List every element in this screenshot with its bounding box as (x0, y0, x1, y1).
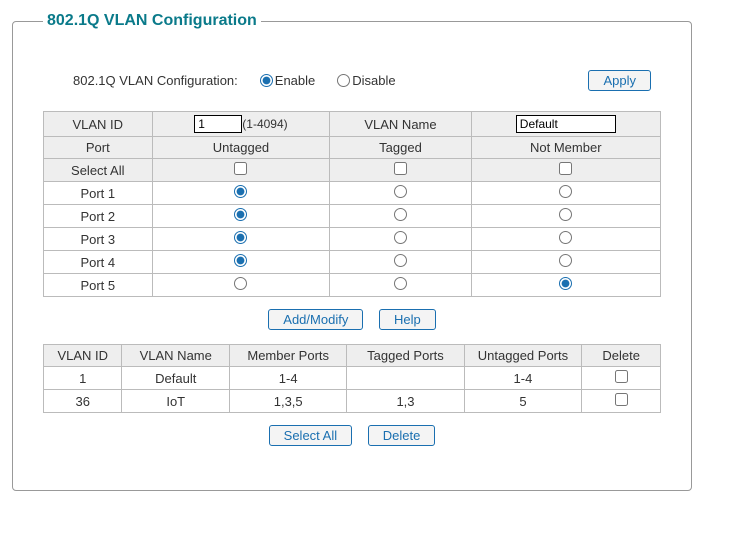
port-not_member-radio[interactable] (559, 277, 572, 290)
list-hdr-vlan-id: VLAN ID (44, 345, 122, 367)
cell-vlan-name-input (471, 112, 660, 137)
port-tagged-radio[interactable] (394, 254, 407, 267)
port-not_member-radio[interactable] (559, 208, 572, 221)
port-row: Port 5 (44, 274, 661, 297)
list-hdr-delete: Delete (582, 345, 661, 367)
list-hdr-member-ports: Member Ports (230, 345, 347, 367)
vlan-id-input[interactable] (194, 115, 242, 133)
vlan-list-row: 1Default1-41-4 (44, 367, 661, 390)
vlan-list-row: 36IoT1,3,51,35 (44, 390, 661, 413)
enable-disable-group: Enable Disable (258, 73, 410, 88)
disable-option[interactable]: Disable (335, 73, 395, 88)
port-untagged-radio[interactable] (234, 185, 247, 198)
port-name: Port 1 (44, 182, 153, 205)
cell-vlan-id-input: (1-4094) (152, 112, 330, 137)
port-untagged-radio[interactable] (234, 254, 247, 267)
port-name: Port 5 (44, 274, 153, 297)
cell-tagged-ports (347, 367, 464, 390)
form-buttons: Add/Modify Help (43, 309, 661, 330)
enable-radio[interactable] (260, 74, 273, 87)
cell-tagged-ports: 1,3 (347, 390, 464, 413)
select-all-tagged[interactable] (394, 162, 407, 175)
enable-label: Enable (275, 73, 315, 88)
port-tagged-radio[interactable] (394, 277, 407, 290)
list-buttons: Select All Delete (43, 425, 661, 446)
port-row: Port 4 (44, 251, 661, 274)
add-modify-button[interactable]: Add/Modify (268, 309, 363, 330)
port-untagged-radio[interactable] (234, 231, 247, 244)
hdr-port: Port (44, 137, 153, 159)
port-name: Port 4 (44, 251, 153, 274)
cell-vlan-name: Default (122, 367, 230, 390)
panel-title: 802.1Q VLAN Configuration (43, 12, 261, 30)
list-hdr-untagged-ports: Untagged Ports (464, 345, 582, 367)
hdr-not-member: Not Member (471, 137, 660, 159)
hdr-vlan-id: VLAN ID (44, 112, 153, 137)
port-not_member-radio[interactable] (559, 185, 572, 198)
port-untagged-radio[interactable] (234, 208, 247, 221)
port-name: Port 3 (44, 228, 153, 251)
select-all-label: Select All (44, 159, 153, 182)
cell-member-ports: 1,3,5 (230, 390, 347, 413)
cell-untagged-ports: 5 (464, 390, 582, 413)
cell-vlan-id: 36 (44, 390, 122, 413)
apply-button[interactable]: Apply (588, 70, 651, 91)
delete-button[interactable]: Delete (368, 425, 436, 446)
delete-checkbox[interactable] (615, 393, 628, 406)
vlan-id-hint: (1-4094) (242, 117, 287, 131)
cell-member-ports: 1-4 (230, 367, 347, 390)
hdr-tagged: Tagged (330, 137, 471, 159)
hdr-vlan-name: VLAN Name (330, 112, 471, 137)
port-row: Port 2 (44, 205, 661, 228)
port-not_member-radio[interactable] (559, 254, 572, 267)
config-label: 802.1Q VLAN Configuration: (73, 73, 238, 88)
list-hdr-vlan-name: VLAN Name (122, 345, 230, 367)
disable-label: Disable (352, 73, 395, 88)
port-row: Port 3 (44, 228, 661, 251)
port-config-table: VLAN ID (1-4094) VLAN Name Port Untagged… (43, 111, 661, 297)
cell-vlan-id: 1 (44, 367, 122, 390)
hdr-untagged: Untagged (152, 137, 330, 159)
select-all-not-member[interactable] (559, 162, 572, 175)
config-row: 802.1Q VLAN Configuration: Enable Disabl… (73, 70, 651, 91)
cell-untagged-ports: 1-4 (464, 367, 582, 390)
vlan-config-panel: 802.1Q VLAN Configuration 802.1Q VLAN Co… (12, 12, 692, 491)
port-tagged-radio[interactable] (394, 208, 407, 221)
port-tagged-radio[interactable] (394, 231, 407, 244)
enable-option[interactable]: Enable (258, 73, 315, 88)
port-untagged-radio[interactable] (234, 277, 247, 290)
port-tagged-radio[interactable] (394, 185, 407, 198)
port-name: Port 2 (44, 205, 153, 228)
delete-checkbox[interactable] (615, 370, 628, 383)
list-hdr-tagged-ports: Tagged Ports (347, 345, 464, 367)
select-all-button[interactable]: Select All (269, 425, 352, 446)
port-not_member-radio[interactable] (559, 231, 572, 244)
select-all-untagged[interactable] (234, 162, 247, 175)
port-row: Port 1 (44, 182, 661, 205)
vlan-list-table: VLAN ID VLAN Name Member Ports Tagged Po… (43, 344, 661, 413)
cell-vlan-name: IoT (122, 390, 230, 413)
select-all-row: Select All (44, 159, 661, 182)
vlan-name-input[interactable] (516, 115, 616, 133)
disable-radio[interactable] (337, 74, 350, 87)
help-button[interactable]: Help (379, 309, 436, 330)
